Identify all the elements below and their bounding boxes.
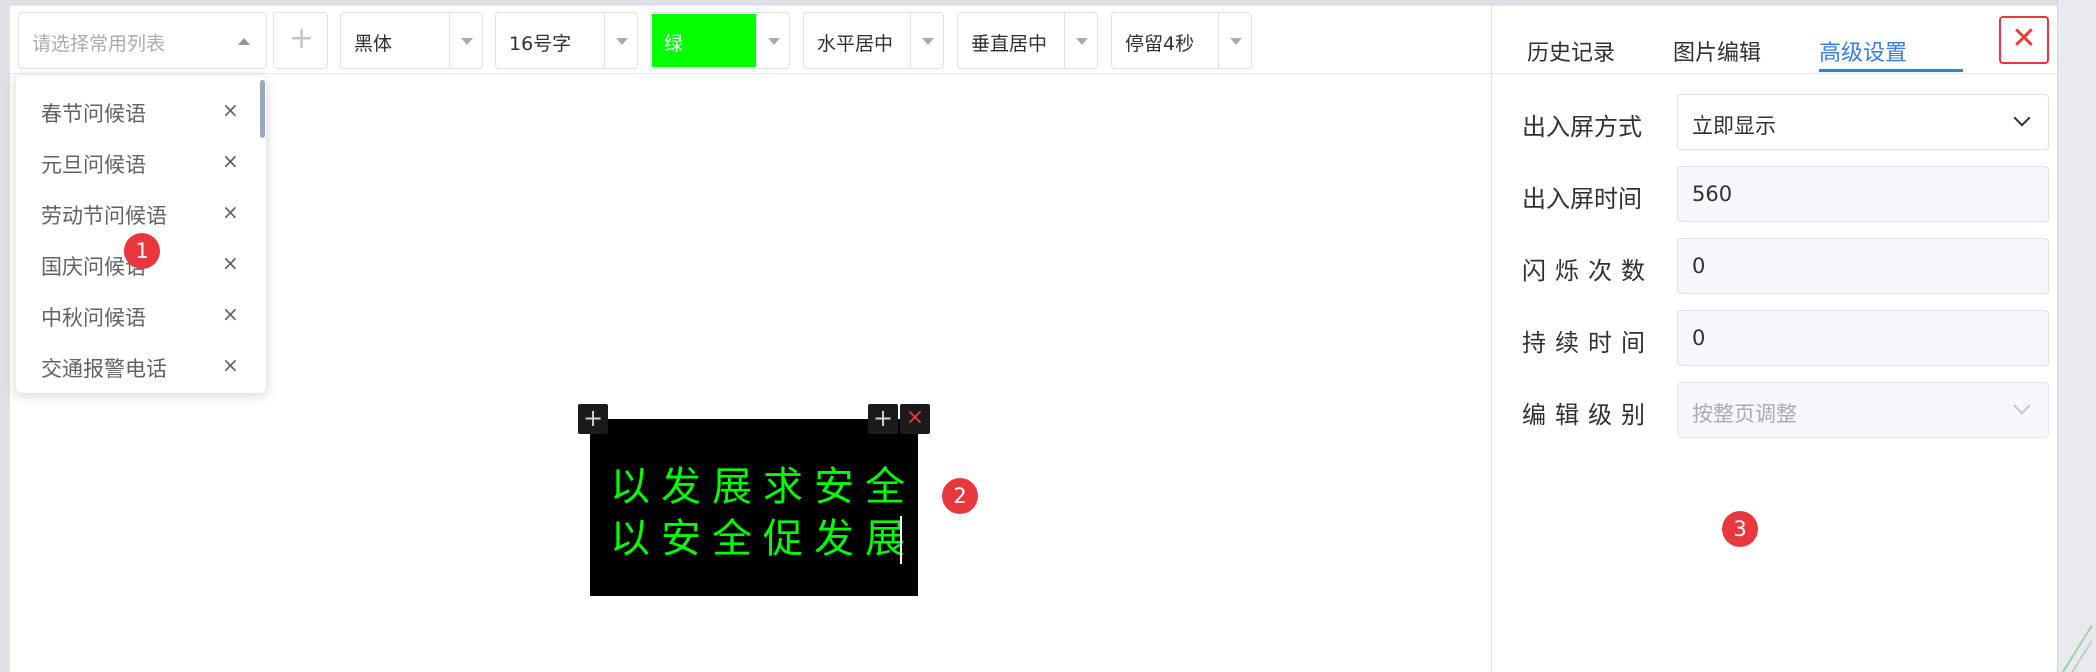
edit-level-label: 编辑级别	[1522, 401, 1654, 429]
stay-time-select[interactable]: 停留4秒	[1111, 12, 1252, 69]
remove-icon[interactable]: ×	[222, 149, 239, 173]
led-editor-dialog: 请选择常用列表 + 黑体 16号字 绿 水平居中 垂直居中 停留4秒 春节问候语…	[10, 5, 2058, 672]
caret-down-icon	[461, 38, 473, 45]
remove-icon[interactable]: ×	[222, 98, 239, 122]
caret-down-icon	[922, 38, 934, 45]
dropdown-scrollbar[interactable]	[260, 80, 265, 138]
entry-mode-value: 立即显示	[1692, 114, 1776, 138]
list-item-label: 中秋问候语	[41, 306, 146, 330]
tab-advanced-settings[interactable]: 高级设置	[1819, 35, 1907, 67]
common-list-placeholder: 请选择常用列表	[32, 33, 166, 55]
settings-panel: 历史记录 图片编辑 高级设置 ✕ 出入屏方式 立即显示 出入屏时间 560 闪烁…	[1491, 6, 2058, 672]
blink-count-row: 闪烁次数 0	[1492, 238, 2058, 294]
entry-mode-label: 出入屏方式	[1522, 113, 1642, 141]
remove-icon[interactable]: ×	[222, 302, 239, 326]
annotation-badge: 1	[124, 233, 160, 269]
entry-time-label: 出入屏时间	[1522, 185, 1642, 213]
annotation-badge: 2	[942, 478, 978, 514]
window-left-edge	[0, 0, 10, 672]
text-cursor	[900, 516, 902, 564]
caret-down-icon	[768, 38, 780, 45]
list-item[interactable]: 春节问候语 ×	[16, 86, 256, 137]
caret-up-icon	[238, 38, 250, 45]
duration-value: 0	[1692, 326, 1706, 350]
remove-icon[interactable]: ×	[222, 200, 239, 224]
format-toolbar: 请选择常用列表 + 黑体 16号字 绿 水平居中 垂直居中 停留4秒	[10, 6, 1491, 74]
chevron-down-icon	[2013, 397, 2031, 415]
close-button[interactable]: ✕	[1999, 16, 2049, 64]
chevron-down-icon	[2013, 109, 2031, 127]
list-item-label: 交通报警电话	[41, 357, 167, 381]
led-text-line: 以安全促发展	[610, 516, 916, 562]
edit-level-value: 按整页调整	[1692, 402, 1797, 426]
stay-time-dropdown-toggle[interactable]	[1218, 13, 1251, 68]
delete-area-button[interactable]: ×	[900, 404, 930, 434]
caret-down-icon	[1076, 38, 1088, 45]
horizontal-align-value: 水平居中	[817, 33, 894, 55]
font-size-select[interactable]: 16号字	[495, 12, 638, 69]
entry-mode-select[interactable]: 立即显示	[1677, 94, 2049, 150]
entry-time-value: 560	[1692, 182, 1733, 206]
edit-level-select: 按整页调整	[1677, 382, 2049, 438]
background-map-edge	[2057, 0, 2096, 672]
stay-time-value: 停留4秒	[1125, 33, 1195, 55]
blink-count-value: 0	[1692, 254, 1706, 278]
caret-down-icon	[1230, 38, 1242, 45]
blink-count-label: 闪烁次数	[1522, 257, 1654, 285]
duration-label: 持续时间	[1522, 329, 1654, 357]
list-item-label: 元旦问候语	[41, 153, 146, 177]
list-item-label: 春节问候语	[41, 102, 146, 126]
list-item[interactable]: 劳动节问候语 ×	[16, 188, 256, 239]
horizontal-align-dropdown-toggle[interactable]	[910, 13, 943, 68]
font-family-value: 黑体	[354, 33, 393, 55]
list-item[interactable]: 交通报警电话 ×	[16, 341, 256, 392]
entry-mode-row: 出入屏方式 立即显示	[1492, 94, 2058, 150]
add-list-button[interactable]: +	[273, 12, 328, 69]
text-color-dropdown-toggle[interactable]	[756, 13, 789, 68]
led-text-line: 以发展求安全	[610, 464, 916, 510]
entry-time-input[interactable]: 560	[1677, 166, 2049, 222]
list-item-label: 劳动节问候语	[41, 204, 167, 228]
panel-tabs: 历史记录 图片编辑 高级设置 ✕	[1492, 6, 2058, 74]
vertical-align-dropdown-toggle[interactable]	[1064, 13, 1097, 68]
edit-level-row: 编辑级别 按整页调整	[1492, 382, 2058, 438]
led-preview: 以发展求安全 以安全促发展 + + ×	[578, 404, 933, 604]
led-text-area[interactable]: 以发展求安全 以安全促发展	[590, 419, 918, 596]
font-size-dropdown-toggle[interactable]	[604, 13, 637, 68]
vertical-align-select[interactable]: 垂直居中	[957, 12, 1098, 69]
duration-row: 持续时间 0	[1492, 310, 2058, 366]
horizontal-align-select[interactable]: 水平居中	[803, 12, 944, 69]
annotation-badge: 3	[1722, 511, 1758, 547]
remove-icon[interactable]: ×	[222, 251, 239, 275]
font-size-value: 16号字	[509, 33, 572, 55]
vertical-align-value: 垂直居中	[971, 33, 1048, 55]
font-family-select[interactable]: 黑体	[340, 12, 483, 69]
tab-history[interactable]: 历史记录	[1527, 35, 1615, 67]
font-family-dropdown-toggle[interactable]	[449, 13, 482, 68]
add-area-left-button[interactable]: +	[578, 404, 608, 434]
list-item[interactable]: 中秋问候语 ×	[16, 290, 256, 341]
add-area-right-button[interactable]: +	[868, 404, 898, 434]
list-item[interactable]: 元旦问候语 ×	[16, 137, 256, 188]
text-color-select[interactable]: 绿	[650, 12, 790, 69]
tab-image-edit[interactable]: 图片编辑	[1673, 35, 1761, 67]
blink-count-input[interactable]: 0	[1677, 238, 2049, 294]
entry-time-row: 出入屏时间 560	[1492, 166, 2058, 222]
common-list-select[interactable]: 请选择常用列表	[18, 12, 267, 69]
text-color-value: 绿	[664, 33, 684, 55]
duration-input[interactable]: 0	[1677, 310, 2049, 366]
active-tab-indicator	[1819, 69, 1963, 72]
caret-down-icon	[616, 38, 628, 45]
plus-icon: +	[289, 21, 315, 56]
remove-icon[interactable]: ×	[222, 353, 239, 377]
